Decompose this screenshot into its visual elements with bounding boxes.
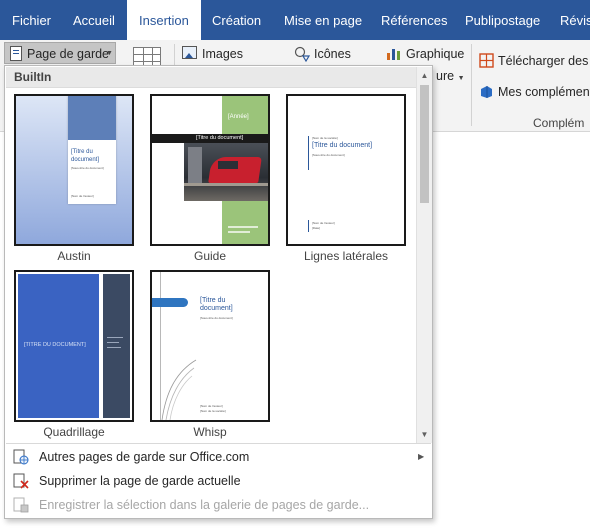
capture-label: ure xyxy=(436,69,455,83)
picture-icon xyxy=(182,46,197,59)
group-separator xyxy=(471,44,472,126)
more-cover-pages-office-item[interactable]: Autres pages de garde sur Office.com ▶ xyxy=(6,445,431,469)
tab-accueil[interactable]: Accueil xyxy=(73,0,115,40)
my-addins-label: Mes complément xyxy=(498,85,590,99)
lignes-company: [Nom de la société] xyxy=(312,136,338,140)
whisp-subtitle: [Sous-titre du document] xyxy=(200,316,233,320)
scroll-down-icon[interactable]: ▼ xyxy=(417,427,432,442)
guide-thumbnail: [Année] [Titre du document] xyxy=(150,94,270,246)
guide-title: [Titre du document] xyxy=(196,135,244,141)
scroll-up-icon[interactable]: ▲ xyxy=(417,68,432,83)
whisp-title-line1: [Titre du xyxy=(200,297,226,304)
chevron-down-icon: ▼ xyxy=(106,50,113,57)
images-label: Images xyxy=(202,47,243,61)
scroll-thumb[interactable] xyxy=(420,85,429,203)
gallery-section-header: BuiltIn xyxy=(6,67,417,88)
tab-references[interactable]: Références xyxy=(381,0,447,40)
chart-label: Graphique xyxy=(406,47,465,61)
remove-cover-page-label: Supprimer la page de garde actuelle xyxy=(39,474,241,488)
lignes-date: [Date] xyxy=(312,226,321,230)
addins-icon xyxy=(479,84,494,99)
tab-fichier[interactable]: Fichier xyxy=(12,0,51,40)
submenu-arrow-icon: ▶ xyxy=(418,452,425,461)
icons-label: Icônes xyxy=(314,47,351,61)
remove-cover-page-item[interactable]: Supprimer la page de garde actuelle xyxy=(6,469,431,493)
download-addins-label: Télécharger des co xyxy=(498,54,590,68)
menu-divider xyxy=(6,443,431,444)
tab-publipostage[interactable]: Publipostage xyxy=(465,0,540,40)
whisp-label: Whisp xyxy=(193,425,227,439)
chevron-down-icon: ▼ xyxy=(457,75,465,82)
guide-year: [Année] xyxy=(228,114,249,120)
austin-author: [Nom de l'auteur] xyxy=(71,194,94,198)
lignes-title: [Titre du document] xyxy=(312,142,373,149)
tab-insertion[interactable]: Insertion xyxy=(127,0,201,40)
tab-mise-en-page[interactable]: Mise en page xyxy=(284,0,362,40)
whisp-company: [Nom de la société] xyxy=(200,409,226,413)
train-photo xyxy=(184,143,268,201)
whisp-curves xyxy=(161,359,197,420)
tab-creation[interactable]: Création xyxy=(212,0,261,40)
store-icon xyxy=(479,53,494,68)
austin-title: [Titre du document] xyxy=(71,149,100,163)
icons-icon xyxy=(294,46,311,63)
globe-document-icon xyxy=(13,449,29,465)
lignes-laterales-label: Lignes latérales xyxy=(303,249,389,263)
more-cover-pages-label: Autres pages de garde sur Office.com xyxy=(39,450,250,464)
cover-page-label: Page de garde xyxy=(27,47,110,61)
whisp-title-line2: document] xyxy=(200,305,233,312)
lignes-subtitle: [Sous-titre du document] xyxy=(312,153,345,157)
bar-chart-icon xyxy=(386,46,401,61)
save-document-icon xyxy=(13,497,29,513)
quadrillage-title: [TITRE DU DOCUMENT] xyxy=(24,342,86,348)
word-window: Fichier Accueil Insertion Création Mise … xyxy=(0,0,590,528)
whisp-author: [Nom de l'auteur] xyxy=(200,404,223,408)
capture-button[interactable]: ure ▼ xyxy=(436,65,465,87)
remove-document-icon xyxy=(13,473,29,489)
cover-page-button[interactable]: Page de garde ▼ xyxy=(4,42,116,64)
whisp-thumbnail: [Titre du document] [Sous-titre du docum… xyxy=(150,270,270,422)
addins-group-label: Complém xyxy=(533,116,585,130)
cover-page-gallery: BuiltIn ▲ ▼ [Titre du document] [Sous-ti… xyxy=(4,65,433,519)
tab-revision[interactable]: Révisi xyxy=(560,0,590,40)
quadrillage-thumbnail: [TITRE DU DOCUMENT] xyxy=(14,270,134,422)
austin-thumbnail: [Titre du document] [Sous-titre du docum… xyxy=(14,94,134,246)
ribbon-tab-bar: Fichier Accueil Insertion Création Mise … xyxy=(0,0,590,40)
save-to-gallery-item: Enregistrer la sélection dans la galerie… xyxy=(6,493,431,517)
austin-subtitle: [Sous-titre du document] xyxy=(71,166,104,170)
save-to-gallery-label: Enregistrer la sélection dans la galerie… xyxy=(39,498,370,512)
lignes-author: [Nom de l'auteur] xyxy=(312,221,335,225)
lignes-laterales-thumbnail: [Nom de la société] [Titre du document] … xyxy=(286,94,406,246)
cover-page-icon xyxy=(10,46,22,61)
